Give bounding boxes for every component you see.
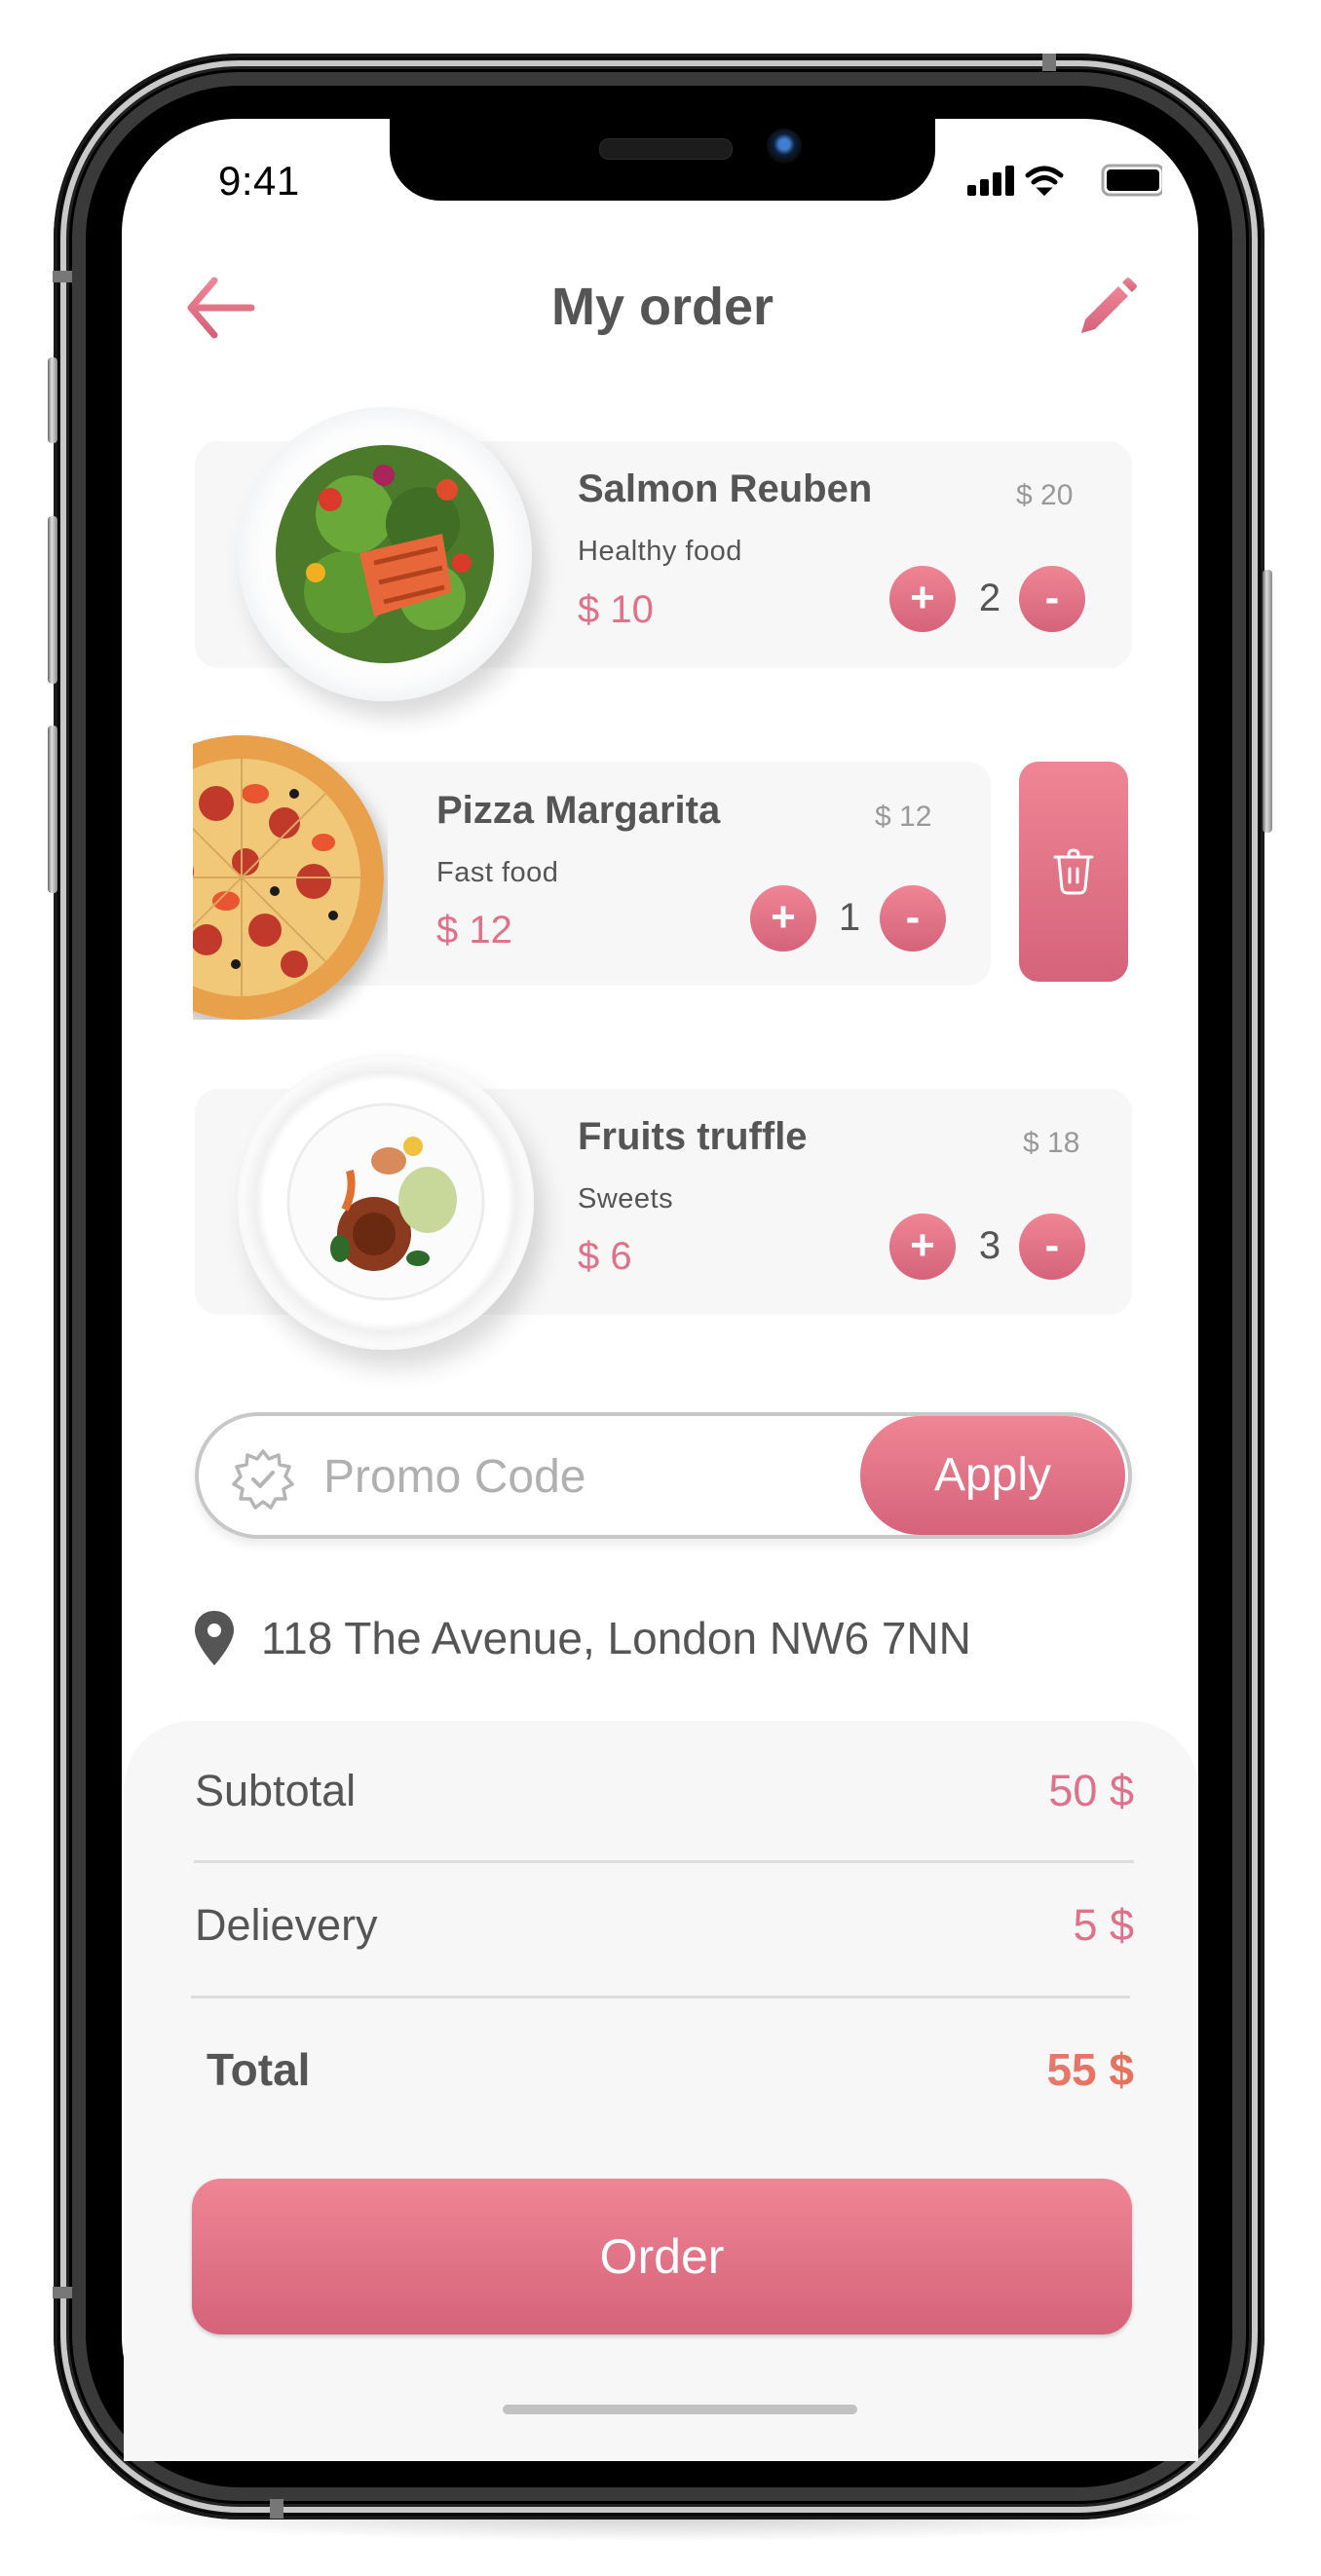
increase-quantity-button[interactable]: + — [889, 1213, 956, 1280]
apply-promo-button[interactable]: Apply — [860, 1416, 1125, 1535]
dessert-image — [238, 1054, 534, 1350]
item-price: $ 10 — [578, 588, 654, 631]
decrease-quantity-button[interactable]: - — [1019, 566, 1085, 632]
subtotal-label: Subtotal — [195, 1766, 357, 1815]
item-original-price: $ 18 — [1023, 1127, 1080, 1159]
item-category: Healthy food — [578, 536, 742, 567]
delivery-value: 5 $ — [1073, 1900, 1134, 1950]
front-camera — [767, 129, 802, 164]
antenna-band — [1042, 54, 1056, 71]
order-button[interactable]: Order — [192, 2179, 1132, 2334]
signal-icon — [967, 166, 1014, 196]
status-time: 9:41 — [218, 158, 300, 204]
item-price: $ 6 — [578, 1235, 632, 1278]
salmon-salad-image — [238, 407, 532, 701]
power-button — [1263, 570, 1272, 833]
decrease-quantity-button[interactable]: - — [880, 885, 946, 952]
antenna-band — [270, 2499, 283, 2519]
volume-down-button — [48, 726, 57, 893]
battery-icon — [1101, 164, 1165, 197]
edit-button[interactable] — [1072, 275, 1140, 343]
decrease-quantity-button[interactable]: - — [1019, 1213, 1085, 1280]
volume-up-button — [48, 516, 57, 684]
item-name: Fruits truffle — [578, 1115, 808, 1158]
increase-quantity-button[interactable]: + — [750, 885, 816, 952]
back-button[interactable] — [185, 273, 263, 343]
total-value: 55 $ — [842, 2043, 1134, 2096]
item-quantity: 2 — [978, 577, 1001, 619]
notch — [390, 119, 935, 201]
mute-switch — [48, 357, 57, 443]
item-quantity: 3 — [978, 1224, 1001, 1267]
item-category: Sweets — [578, 1183, 674, 1214]
item-name: Pizza Margarita — [436, 789, 721, 832]
home-indicator[interactable] — [503, 2405, 857, 2414]
map-pin-icon — [193, 1609, 236, 1667]
delivery-label: Delievery — [195, 1900, 378, 1950]
promo-code-input[interactable] — [321, 1441, 851, 1512]
item-category: Fast food — [436, 857, 559, 888]
item-quantity: 1 — [838, 896, 861, 939]
delivery-address: 118 The Avenue, London NW6 7NN — [261, 1613, 971, 1663]
pizza-image — [193, 735, 384, 1020]
item-price: $ 12 — [436, 909, 512, 952]
pizza-image-clip — [193, 735, 388, 1020]
wifi-icon — [1025, 166, 1064, 197]
speaker-grille — [599, 138, 733, 160]
total-label: Total — [207, 2044, 311, 2095]
divider — [194, 1860, 1134, 1863]
pencil-icon — [1081, 278, 1137, 333]
page-title: My order — [550, 278, 774, 336]
divider — [191, 1996, 1130, 1998]
item-original-price: $ 20 — [1016, 479, 1074, 511]
status-icons — [967, 164, 1165, 197]
delete-item-button[interactable] — [1019, 762, 1128, 982]
increase-quantity-button[interactable]: + — [889, 566, 956, 632]
item-original-price: $ 12 — [875, 801, 932, 833]
antenna-band — [53, 271, 72, 282]
item-name: Salmon Reuben — [578, 467, 873, 510]
trash-icon — [1053, 848, 1094, 895]
badge-check-icon — [232, 1447, 294, 1510]
subtotal-value: 50 $ — [1048, 1766, 1134, 1815]
arrow-left-icon — [187, 277, 255, 339]
antenna-band — [53, 2287, 72, 2298]
